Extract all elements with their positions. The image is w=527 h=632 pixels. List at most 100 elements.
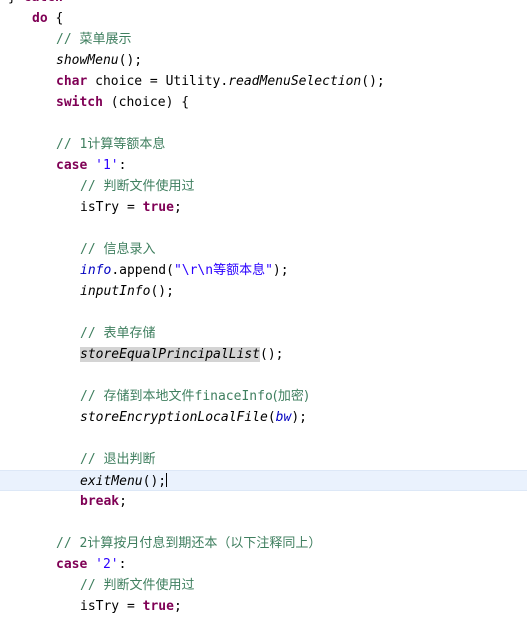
code-token: // — [80, 452, 104, 467]
code-token: isTry — [80, 200, 120, 215]
code-token: storeEqualPrincipalList — [80, 347, 261, 362]
code-token: " — [265, 263, 273, 278]
code-token: exitMenu — [80, 474, 143, 489]
code-text-area[interactable]: } catchdo {// 菜单展示showMenu();char choice… — [0, 0, 527, 632]
code-line[interactable]: switch (choice) { — [0, 92, 527, 113]
code-line[interactable]: inputInfo(); — [0, 281, 527, 302]
code-token: // — [56, 137, 80, 152]
code-editor[interactable]: } catchdo {// 菜单展示showMenu();char choice… — [0, 0, 527, 632]
code-token: ; — [173, 599, 182, 614]
code-line[interactable]: } catch — [0, 0, 527, 8]
code-line-current[interactable]: exitMenu(); — [0, 470, 527, 491]
code-token: case — [56, 557, 88, 572]
code-token: = — [119, 599, 143, 614]
code-token: true — [142, 200, 174, 215]
code-token: '2' — [95, 557, 119, 572]
code-line[interactable]: storeEqualPrincipalList(); — [0, 344, 527, 365]
code-token: 计算等额本息 — [87, 137, 166, 152]
code-token: (); — [118, 53, 143, 68]
code-token: // — [80, 326, 104, 341]
code-line[interactable]: storeEncryptionLocalFile(bw); — [0, 407, 527, 428]
code-line[interactable]: isTry = true; — [0, 596, 527, 617]
code-line[interactable]: // 菜单展示 — [0, 29, 527, 50]
code-token: break — [80, 494, 120, 509]
code-token: 表单存储 — [103, 326, 156, 341]
code-token: // — [80, 179, 104, 194]
code-token: switch — [56, 95, 103, 110]
code-token: 菜单展示 — [79, 32, 132, 47]
code-token: readMenuSelection — [228, 74, 362, 89]
code-token: // — [80, 578, 104, 593]
code-token: // — [56, 32, 80, 47]
code-token: "\r\n — [173, 263, 214, 278]
code-token: (); — [260, 347, 284, 362]
code-line[interactable] — [0, 617, 527, 632]
code-token: ( — [267, 410, 276, 425]
code-line[interactable] — [0, 113, 527, 134]
code-line[interactable] — [0, 512, 527, 533]
code-line[interactable]: isTry = true; — [0, 197, 527, 218]
code-token: finaceInfo — [194, 389, 273, 404]
code-line[interactable]: do { — [0, 8, 527, 29]
code-token: ; — [119, 494, 127, 509]
code-token: bw — [275, 410, 292, 425]
code-token: // — [80, 389, 104, 404]
code-token: = — [119, 200, 143, 215]
code-token: 判断文件使用过 — [103, 578, 195, 593]
code-token: 存储到本地文件 — [103, 389, 195, 404]
code-line[interactable]: // 1计算等额本息 — [0, 134, 527, 155]
code-token: 计算按月付息到期还本（以下注释同上） — [87, 536, 322, 551]
code-token: .append( — [111, 263, 174, 278]
code-token: char — [56, 74, 88, 89]
code-token: (); — [150, 284, 174, 299]
code-line[interactable]: break; — [0, 491, 527, 512]
code-token: // — [80, 242, 104, 257]
code-token: // — [56, 536, 80, 551]
code-token: : — [118, 158, 127, 173]
code-line[interactable]: case '2': — [0, 554, 527, 575]
text-cursor — [166, 473, 168, 487]
code-line[interactable]: showMenu(); — [0, 50, 527, 71]
code-line[interactable]: info.append("\r\n等额本息"); — [0, 260, 527, 281]
code-token: case — [56, 158, 88, 173]
code-token: (choice) { — [102, 95, 190, 110]
code-line[interactable]: // 退出判断 — [0, 449, 527, 470]
code-line[interactable]: // 判断文件使用过 — [0, 176, 527, 197]
code-token: showMenu — [56, 53, 119, 68]
code-token: choice = Utility. — [87, 74, 229, 89]
code-token: true — [142, 599, 174, 614]
code-line[interactable] — [0, 218, 527, 239]
code-line[interactable]: case '1': — [0, 155, 527, 176]
code-token: 退出判断 — [103, 452, 156, 467]
code-line[interactable]: // 判断文件使用过 — [0, 575, 527, 596]
code-token: inputInfo — [80, 284, 151, 299]
code-token: '1' — [95, 158, 119, 173]
code-token: 信息录入 — [103, 242, 156, 257]
code-token: storeEncryptionLocalFile — [80, 410, 268, 425]
code-token: isTry — [80, 599, 120, 614]
code-line[interactable]: // 信息录入 — [0, 239, 527, 260]
code-token: : — [118, 557, 127, 572]
code-line[interactable] — [0, 365, 527, 386]
code-line[interactable] — [0, 302, 527, 323]
code-token: ); — [272, 263, 289, 278]
code-token: ); — [291, 410, 307, 425]
code-token: (); — [361, 74, 385, 89]
code-line[interactable]: // 2计算按月付息到期还本（以下注释同上） — [0, 533, 527, 554]
code-token: (); — [142, 474, 167, 489]
code-token: info — [80, 263, 112, 278]
code-line[interactable]: char choice = Utility.readMenuSelection(… — [0, 71, 527, 92]
code-token: do — [32, 11, 48, 26]
code-line[interactable]: // 表单存储 — [0, 323, 527, 344]
code-line[interactable] — [0, 428, 527, 449]
code-token: 等额本息 — [213, 263, 266, 278]
code-token: 判断文件使用过 — [103, 179, 195, 194]
code-token: } — [8, 0, 16, 5]
code-token: catch — [24, 0, 63, 5]
code-line[interactable]: // 存储到本地文件finaceInfo(加密) — [0, 386, 527, 407]
code-token: ; — [173, 200, 182, 215]
code-token: { — [47, 11, 64, 26]
